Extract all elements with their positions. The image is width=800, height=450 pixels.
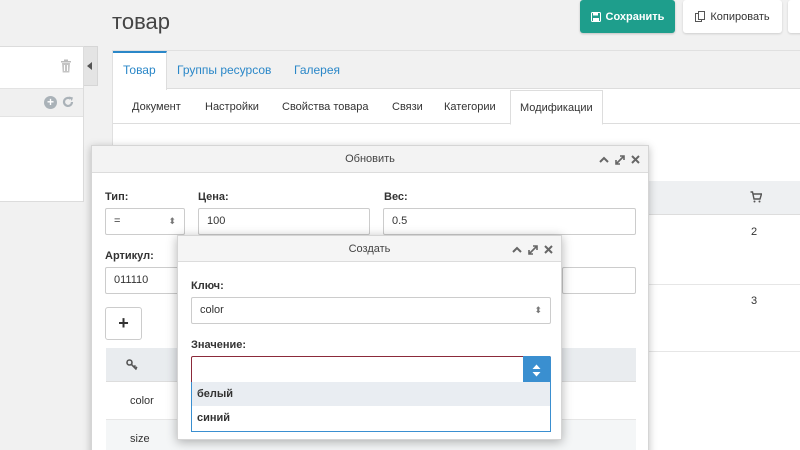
close-icon[interactable] xyxy=(544,245,553,254)
option-white[interactable]: белый xyxy=(192,382,550,406)
tree-toolbar: + xyxy=(0,89,83,117)
copy-icon xyxy=(695,11,706,22)
chevron-left-icon xyxy=(87,62,92,70)
price-label: Цена: xyxy=(198,191,229,203)
create-dialog: Создать Ключ: color ⬍ Значение: белый си… xyxy=(177,235,562,440)
main-tabs: Товар Группы ресурсов Галерея xyxy=(113,51,800,90)
table-row-divider xyxy=(647,351,800,352)
weight-value: 0.5 xyxy=(392,215,408,227)
expand-icon[interactable] xyxy=(615,154,625,165)
more-button[interactable] xyxy=(788,0,800,33)
collapse-panel-handle[interactable] xyxy=(84,46,98,86)
value-options-list: белый синий xyxy=(191,382,551,432)
key-label: Ключ: xyxy=(191,280,224,292)
type-value: = xyxy=(114,215,121,227)
subtab-product-properties[interactable]: Свойства товара xyxy=(273,90,377,124)
key-icon xyxy=(126,359,138,371)
weight-label: Вес: xyxy=(384,191,408,203)
weight-input[interactable]: 0.5 xyxy=(383,208,636,235)
add-button[interactable]: + xyxy=(105,307,142,340)
page-title: товар xyxy=(112,9,170,34)
option-blue[interactable]: синий xyxy=(192,406,550,430)
update-dialog-title: Обновить xyxy=(345,153,395,165)
subtab-settings[interactable]: Настройки xyxy=(196,90,268,124)
copy-button-label: Копировать xyxy=(710,10,770,23)
update-dialog-header: Обновить xyxy=(92,146,648,173)
table-row-divider xyxy=(647,284,800,285)
modifications-table-header xyxy=(647,181,800,215)
value-label: Значение: xyxy=(191,339,247,351)
floppy-icon xyxy=(590,11,601,22)
article-value: 011110 xyxy=(114,274,149,286)
expand-icon[interactable] xyxy=(528,244,538,255)
key-value: color xyxy=(200,304,224,316)
create-dialog-title: Создать xyxy=(348,243,391,255)
subtab-modifications[interactable]: Модификации xyxy=(510,90,603,125)
subtab-document[interactable]: Документ xyxy=(123,90,190,124)
article-label: Артикул: xyxy=(105,250,154,262)
add-circle-icon[interactable]: + xyxy=(44,96,57,109)
subtab-categories[interactable]: Категории xyxy=(435,90,505,124)
key-select[interactable]: color ⬍ xyxy=(191,297,551,324)
create-dialog-header: Создать xyxy=(178,236,561,262)
table-cell-count: 3 xyxy=(751,295,758,307)
price-value: 100 xyxy=(207,215,226,227)
sort-icon: ⬍ xyxy=(534,305,542,315)
refresh-icon[interactable] xyxy=(61,95,75,109)
sub-tabs: Документ Настройки Свойства товара Связи… xyxy=(113,90,800,125)
type-select[interactable]: = ⬍ xyxy=(105,208,185,235)
article-input[interactable]: 011110 xyxy=(105,267,185,294)
copy-button[interactable]: Копировать xyxy=(683,0,782,33)
tab-gallery[interactable]: Галерея xyxy=(284,51,350,89)
trash-icon[interactable] xyxy=(60,59,72,73)
save-button[interactable]: Сохранить xyxy=(580,0,675,33)
resource-tree-panel: + xyxy=(0,46,84,202)
collapse-icon[interactable] xyxy=(599,156,609,163)
sort-icon xyxy=(532,364,541,377)
tab-resource-groups[interactable]: Группы ресурсов xyxy=(167,51,281,89)
tab-product[interactable]: Товар xyxy=(113,51,167,90)
tree-search-row xyxy=(0,47,83,89)
cart-icon xyxy=(750,191,762,203)
type-label: Тип: xyxy=(105,191,129,203)
sort-icon: ⬍ xyxy=(168,216,176,226)
price-input[interactable]: 100 xyxy=(198,208,370,235)
table-cell-count: 2 xyxy=(751,226,758,238)
save-button-label: Сохранить xyxy=(605,10,665,23)
extra-input[interactable] xyxy=(562,267,636,294)
collapse-icon[interactable] xyxy=(512,246,522,253)
subtab-links[interactable]: Связи xyxy=(383,90,432,124)
close-icon[interactable] xyxy=(631,155,640,164)
